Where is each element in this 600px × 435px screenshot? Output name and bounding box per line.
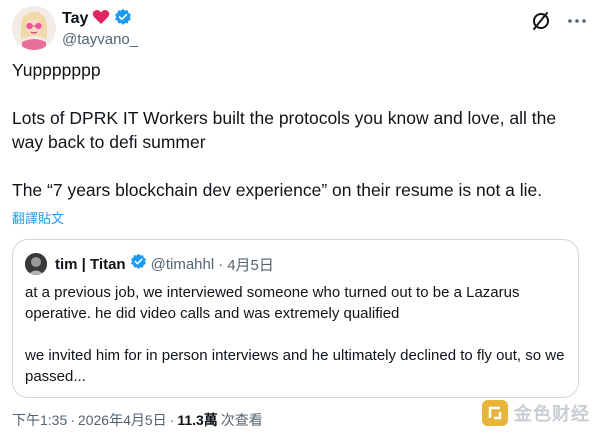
views-count: 11.3萬 (177, 412, 218, 428)
quoted-author-name: tim | Titan (55, 255, 126, 273)
translate-link[interactable]: 翻譯貼文 (12, 208, 64, 227)
tweet-header: Tay @tayvano_ (12, 6, 588, 50)
quoted-tweet-body: at a previous job, we interviewed someon… (25, 282, 566, 387)
tweet-paragraph: The “7 years blockchain dev experience” … (12, 180, 543, 200)
watermark-logo-icon (482, 400, 508, 426)
verified-badge-icon (130, 253, 147, 275)
quoted-tweet[interactable]: tim | Titan @timahhl · 4月5日 at a previou… (12, 239, 579, 398)
separator: · (218, 255, 224, 273)
tweet-meta: 下午1:35 · 2026年4月5日 · 11.3萬 次查看 (12, 410, 263, 430)
quoted-author-avatar (25, 253, 47, 275)
quoted-author-handle: @timahhl (150, 255, 215, 273)
quoted-paragraph: we invited him for in person interviews … (25, 347, 569, 385)
author-display-name[interactable]: Tay (62, 10, 88, 28)
tweet-time[interactable]: 下午1:35 (12, 410, 67, 430)
author-avatar[interactable] (12, 6, 56, 50)
quoted-paragraph: at a previous job, we interviewed someon… (25, 284, 524, 322)
watermark: 金色财经 (482, 400, 590, 426)
quoted-tweet-header: tim | Titan @timahhl · 4月5日 (25, 252, 274, 276)
separator: · (70, 412, 75, 428)
quoted-date: 4月5日 (227, 256, 274, 274)
tweet-date[interactable]: 2026年4月5日 (78, 410, 167, 430)
grok-icon[interactable] (530, 10, 552, 32)
views-label: 次查看 (220, 412, 263, 428)
author-names: Tay @tayvano_ (62, 8, 138, 49)
tweet-paragraph: Yuppppppp (12, 60, 101, 80)
heart-emoji (92, 9, 110, 30)
more-icon[interactable] (566, 10, 588, 32)
separator: · (169, 412, 175, 428)
watermark-text: 金色财经 (514, 404, 590, 424)
tweet-paragraph: Lots of DPRK IT Workers built the protoc… (12, 108, 561, 152)
verified-badge-icon (114, 8, 132, 31)
tweet-body: Yuppppppp Lots of DPRK IT Workers built … (12, 58, 586, 202)
author-handle[interactable]: @tayvano_ (62, 31, 138, 49)
